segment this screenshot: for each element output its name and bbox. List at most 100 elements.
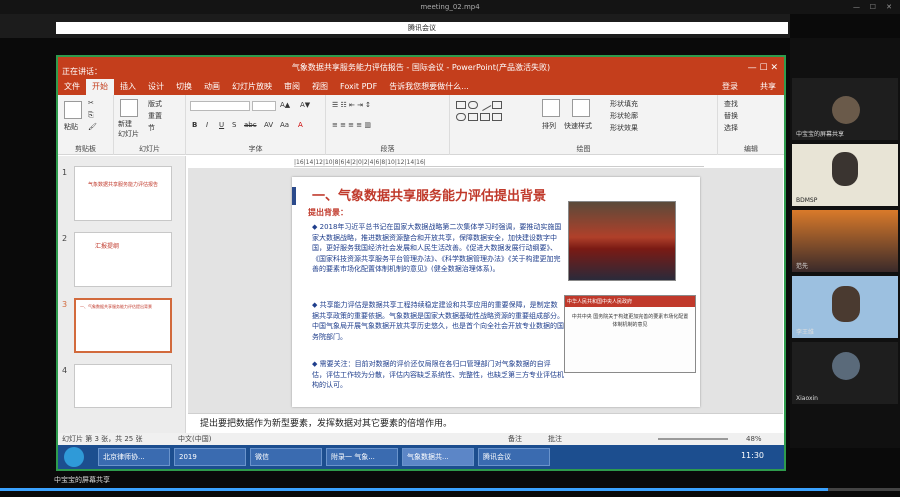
speaker-notes[interactable]: 提出要把数据作为新型要素，发挥数据对其它要素的倍增作用。 (188, 413, 783, 433)
font-name-select[interactable] (190, 101, 250, 111)
tab-animations[interactable]: 动画 (198, 79, 226, 95)
tab-transitions[interactable]: 切换 (170, 79, 198, 95)
shape-effects-button[interactable]: 形状效果 (610, 123, 638, 133)
tab-design[interactable]: 设计 (142, 79, 170, 95)
tab-view[interactable]: 视图 (306, 79, 334, 95)
status-bar: 幻灯片 第 3 张，共 25 张 中文(中国) 备注 批注 48% (58, 433, 784, 445)
taskbar-item[interactable]: 2019 (174, 448, 246, 466)
participant-tile[interactable]: 范先 (792, 210, 898, 272)
group-editing: 查找 替换 选择 编辑 (718, 95, 784, 155)
arrange-button[interactable]: 排列 (542, 121, 556, 131)
section-button[interactable]: 节 (148, 123, 155, 133)
new-slide-button[interactable]: 新建 幻灯片 (118, 119, 139, 139)
start-button[interactable] (64, 447, 84, 467)
shape-circle-icon[interactable] (456, 113, 466, 121)
share-button[interactable]: 共享 (760, 79, 776, 95)
paste-icon[interactable] (64, 101, 82, 119)
shape-fill-button[interactable]: 形状填充 (610, 99, 638, 109)
cut-icon[interactable]: ✂ (88, 99, 94, 107)
shape-star-icon[interactable] (480, 113, 490, 121)
slide-thumb-1[interactable]: 气象数据共享服务能力评估报告 (74, 166, 172, 221)
strikethrough-button[interactable]: abc (244, 121, 257, 129)
tab-review[interactable]: 审阅 (278, 79, 306, 95)
bullet-1: ◆ 2018年习近平总书记在国家大数据战略第二次集体学习时强调，要推动实施国家大… (312, 223, 562, 273)
quick-styles-icon[interactable] (572, 99, 590, 117)
change-case-button[interactable]: Aa (280, 121, 289, 129)
playback-progress[interactable] (0, 488, 900, 491)
tab-insert[interactable]: 插入 (114, 79, 142, 95)
tab-home[interactable]: 开始 (86, 79, 114, 95)
meeting-window-title: 腾讯会议 (56, 22, 788, 34)
avatar (832, 286, 860, 322)
underline-button[interactable]: U (219, 121, 224, 129)
window-controls[interactable]: — ☐ ✕ (748, 57, 778, 79)
shadow-button[interactable]: S (232, 121, 236, 129)
player-bottom-bar: 中宝宝的屏幕共享 (0, 472, 900, 497)
format-painter-icon[interactable]: 🖌 (88, 123, 97, 131)
taskbar-item[interactable]: 腾讯会议 (478, 448, 550, 466)
shape-outline-button[interactable]: 形状轮廓 (610, 111, 638, 121)
grow-font-icon[interactable]: A▲ (280, 101, 290, 109)
current-slide[interactable]: 一、气象数据共享服务能力评估提出背景 提出背景： ◆ 2018年习近平总书记在国… (292, 177, 700, 407)
tab-foxit[interactable]: Foxit PDF (334, 79, 383, 95)
thumb-title: 气象数据共享服务能力评估报告 (87, 182, 158, 188)
spacing-button[interactable]: AV (264, 121, 273, 129)
participant-tile[interactable]: 中宝宝的屏幕共享 (792, 78, 898, 140)
quick-styles-button[interactable]: 快速样式 (564, 121, 592, 131)
bold-button[interactable]: B (192, 121, 197, 129)
comments-button[interactable]: 批注 (548, 433, 562, 445)
bullet-text: 需要关注：目前对数据的评价还仅局限在各归口管理部门对气象数据的自评估，评估工作较… (312, 360, 564, 389)
tell-me-search[interactable]: 告诉我您想要做什么... (383, 79, 475, 95)
group-drawing: 排列 快速样式 形状填充 形状轮廓 形状效果 绘图 (450, 95, 718, 155)
clock: 11:30 (740, 451, 764, 460)
slide-subtitle: 提出背景： (308, 208, 348, 217)
bullets-icon[interactable]: ☰ ☷ ⇤ ⇥ ↕ (332, 101, 371, 109)
taskbar-item[interactable]: 附录一 气象... (326, 448, 398, 466)
slide-thumb-3[interactable]: 一、气象数据共享服务能力评估提出背景 (74, 298, 172, 353)
select-button[interactable]: 选择 (724, 123, 738, 133)
shrink-font-icon[interactable]: A▼ (300, 101, 310, 109)
tab-slideshow[interactable]: 幻灯片放映 (226, 79, 278, 95)
player-title: meeting_02.mp4 (420, 3, 480, 11)
slide-thumb-4[interactable] (74, 364, 172, 408)
participant-name: BDMSP (796, 197, 818, 204)
login-button[interactable]: 登录 (722, 79, 738, 95)
shape-brace-icon[interactable] (492, 113, 502, 121)
taskbar-item[interactable]: 微信 (250, 448, 322, 466)
thumb-number: 2 (62, 234, 68, 243)
replace-button[interactable]: 替换 (724, 111, 738, 121)
align-icons[interactable]: ≡ ≡ ≡ ≡ ▥ (332, 121, 371, 129)
new-slide-icon[interactable] (120, 99, 138, 117)
ribbon: 粘贴 ✂ ⎘ 🖌 剪贴板 新建 幻灯片 版式 重置 节 幻灯片 A▲ A▼ B … (58, 95, 784, 155)
shape-rect-icon[interactable] (456, 101, 466, 109)
italic-button[interactable]: I (206, 121, 208, 129)
copy-icon[interactable]: ⎘ (88, 111, 94, 120)
tab-file[interactable]: 文件 (58, 79, 86, 95)
layout-button[interactable]: 版式 (148, 99, 162, 109)
participant-tile[interactable]: BDMSP (792, 144, 898, 206)
shape-oval-icon[interactable] (468, 101, 478, 109)
minimize-icon[interactable]: — (853, 0, 860, 14)
maximize-icon[interactable]: ☐ (870, 0, 876, 14)
participant-tile[interactable]: Xiaoxin (792, 342, 898, 404)
slide-thumbnails-pane[interactable]: 1 气象数据共享服务能力评估报告 2 汇报提纲 3 一、气象数据共享服务能力评估… (58, 156, 186, 454)
notes-button[interactable]: 备注 (508, 433, 522, 445)
shape-arrow-icon[interactable] (468, 113, 478, 121)
taskbar-item[interactable]: 北京律师协... (98, 448, 170, 466)
slide-thumb-2[interactable]: 汇报提纲 (74, 232, 172, 287)
ribbon-tabs: 文件 开始 插入 设计 切换 动画 幻灯片放映 审阅 视图 Foxit PDF 告诉我您想要做什么.… (58, 79, 784, 95)
font-size-select[interactable] (252, 101, 276, 111)
shape-text-icon[interactable] (492, 101, 502, 109)
arrange-icon[interactable] (542, 99, 560, 117)
paste-button[interactable]: 粘贴 (64, 122, 78, 132)
close-icon[interactable]: ✕ (886, 0, 892, 14)
shape-line-icon[interactable] (478, 99, 492, 111)
font-color-button[interactable]: A (298, 121, 303, 129)
zoom-slider[interactable] (658, 438, 728, 440)
participant-tile[interactable]: 李王维 (792, 276, 898, 338)
find-button[interactable]: 查找 (724, 99, 738, 109)
title-accent-bar (292, 187, 296, 205)
reset-button[interactable]: 重置 (148, 111, 162, 121)
thumb-title: 汇报提纲 (95, 243, 120, 250)
taskbar-item[interactable]: 气象数据共... (402, 448, 474, 466)
